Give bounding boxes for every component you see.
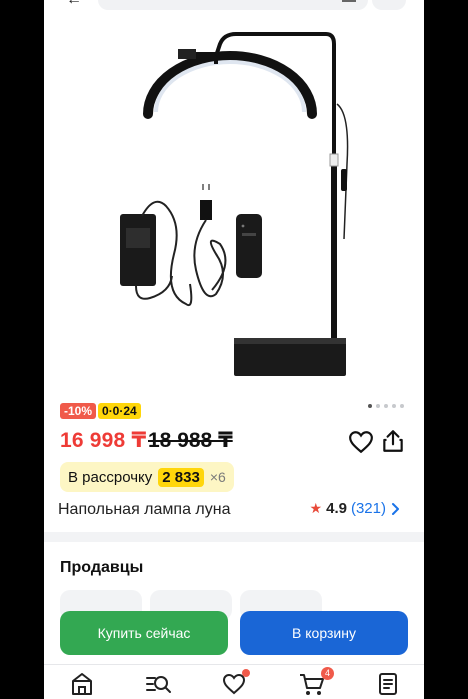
installment-offer[interactable]: В рассрочку 2 833 ×6: [60, 462, 234, 492]
search-bar[interactable]: [98, 0, 368, 10]
search-bar-icon: [342, 0, 356, 2]
moon-lamp-illustration: [120, 32, 349, 376]
buy-now-button[interactable]: Купить сейчас: [60, 611, 228, 655]
reviews-count: (321): [350, 500, 386, 517]
section-divider: [44, 532, 424, 542]
old-price: 18 988 ₸: [148, 429, 233, 452]
gallery-dot[interactable]: [392, 404, 396, 408]
installment-amount: 2 833: [158, 467, 204, 487]
gallery-pagination: [368, 404, 404, 410]
gallery-dot[interactable]: [376, 404, 380, 408]
cart-nav[interactable]: 4: [298, 667, 334, 697]
rating-value: 4.9: [326, 500, 347, 517]
catalog-search-icon[interactable]: [144, 671, 172, 697]
sellers-title: Продавцы: [60, 559, 144, 576]
gallery-dot[interactable]: [384, 404, 388, 408]
back-arrow-icon[interactable]: ←: [66, 0, 82, 8]
chevron-right-icon: [392, 502, 399, 515]
favorites-nav[interactable]: [220, 669, 250, 697]
top-bar: ←: [44, 0, 424, 14]
add-to-cart-button[interactable]: В корзину: [240, 611, 408, 655]
rating-link[interactable]: ★ 4.9 (321): [310, 500, 400, 517]
installment-multiplier: ×6: [209, 469, 226, 485]
gallery-dot[interactable]: [368, 404, 372, 408]
share-icon[interactable]: [380, 428, 406, 454]
heart-icon[interactable]: [348, 430, 374, 454]
product-image[interactable]: [44, 14, 424, 396]
discount-badge: -10%: [60, 403, 97, 419]
gallery-dot[interactable]: [400, 404, 404, 408]
installment-label: В рассрочку: [68, 468, 153, 486]
product-title: Напольная лампа луна: [58, 501, 231, 518]
top-menu-button[interactable]: [372, 0, 406, 10]
favorites-dot: [242, 669, 250, 677]
current-price: 16 998 ₸: [60, 429, 147, 452]
promo-badges: -10% 0·0·24: [60, 403, 141, 419]
orders-icon[interactable]: [374, 671, 402, 697]
installment-badge: 0·0·24: [98, 403, 141, 419]
home-icon[interactable]: [68, 671, 96, 697]
star-icon: ★: [309, 500, 323, 516]
bottom-nav: 4: [44, 664, 424, 699]
price-row: 16 998 ₸ 18 988 ₸: [60, 428, 410, 456]
phone-screen: ←: [44, 0, 424, 699]
cart-count-badge: 4: [321, 667, 334, 680]
